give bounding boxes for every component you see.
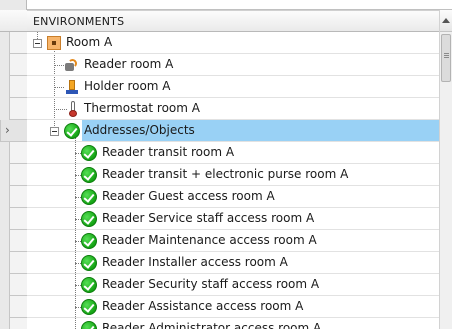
row-selector[interactable] bbox=[9, 318, 27, 329]
tree-node-object[interactable]: Reader transit + electronic purse room A bbox=[27, 164, 439, 186]
tree-node-object[interactable]: Reader Maintenance access room A bbox=[27, 230, 439, 252]
reader-icon bbox=[63, 57, 79, 73]
check-icon bbox=[81, 321, 97, 329]
row-header-corner bbox=[0, 10, 27, 32]
tree-node-room[interactable]: Room A bbox=[27, 32, 439, 54]
holder-icon bbox=[65, 79, 79, 95]
check-icon bbox=[64, 123, 80, 139]
current-row-arrow-icon: › bbox=[5, 123, 10, 137]
row-selector[interactable] bbox=[9, 32, 27, 54]
row-selector-current[interactable]: › bbox=[0, 120, 27, 142]
row-selector[interactable] bbox=[9, 186, 27, 208]
room-icon bbox=[47, 36, 61, 50]
tree-node-label: Holder room A bbox=[84, 79, 171, 93]
tree-node-label: Reader room A bbox=[84, 57, 174, 71]
environments-tree: Room A Reader room A Holder room A Therm… bbox=[27, 32, 439, 329]
check-icon bbox=[81, 255, 97, 271]
check-icon bbox=[81, 299, 97, 315]
collapse-icon[interactable] bbox=[50, 127, 59, 136]
row-selector[interactable] bbox=[9, 252, 27, 274]
thermostat-icon bbox=[68, 101, 78, 117]
check-icon bbox=[81, 233, 97, 249]
tree-node-device[interactable]: Holder room A bbox=[27, 76, 439, 98]
check-icon bbox=[81, 189, 97, 205]
scrollbar-thumb[interactable] bbox=[441, 34, 451, 82]
tree-node-label: Thermostat room A bbox=[84, 101, 200, 115]
tree-node-label: Reader transit + electronic purse room A bbox=[102, 167, 349, 181]
tree-node-addresses-objects[interactable]: Addresses/Objects bbox=[27, 120, 439, 142]
tree-node-label: Reader Installer access room A bbox=[102, 255, 288, 269]
tree-node-label: Reader Administrator access room A bbox=[102, 321, 322, 329]
tree-node-label: Addresses/Objects bbox=[82, 120, 439, 141]
tree-node-object[interactable]: Reader Guest access room A bbox=[27, 186, 439, 208]
row-selector[interactable] bbox=[9, 164, 27, 186]
row-selector[interactable] bbox=[9, 142, 27, 164]
check-icon bbox=[81, 145, 97, 161]
tree-node-label: Reader Maintenance access room A bbox=[102, 233, 317, 247]
tree-node-label: Room A bbox=[66, 35, 113, 49]
row-header-column: › bbox=[0, 0, 27, 329]
row-selector[interactable] bbox=[9, 54, 27, 76]
row-selector[interactable] bbox=[9, 208, 27, 230]
tree-node-label: Reader Assistance access room A bbox=[102, 299, 304, 313]
tree-node-label: Reader Service staff access room A bbox=[102, 211, 315, 225]
tree-node-device[interactable]: Reader room A bbox=[27, 54, 439, 76]
tree-node-label: Reader transit room A bbox=[102, 145, 235, 159]
check-icon bbox=[81, 211, 97, 227]
tree-node-object[interactable]: Reader transit room A bbox=[27, 142, 439, 164]
scroll-up-button[interactable] bbox=[440, 10, 452, 32]
tree-node-object[interactable]: Reader Administrator access room A bbox=[27, 318, 439, 329]
check-icon bbox=[81, 277, 97, 293]
row-selector[interactable] bbox=[9, 296, 27, 318]
row-selector[interactable] bbox=[9, 98, 27, 120]
vertical-scrollbar[interactable] bbox=[439, 10, 452, 329]
tree-node-object[interactable]: Reader Installer access room A bbox=[27, 252, 439, 274]
column-header-label: ENVIRONMENTS bbox=[33, 15, 125, 28]
tree-node-device[interactable]: Thermostat room A bbox=[27, 98, 439, 120]
environments-column-header[interactable]: ENVIRONMENTS bbox=[27, 10, 439, 32]
tree-node-label: Reader Security staff access room A bbox=[102, 277, 320, 291]
row-selector[interactable] bbox=[9, 76, 27, 98]
collapse-icon[interactable] bbox=[33, 39, 42, 48]
tree-node-object[interactable]: Reader Service staff access room A bbox=[27, 208, 439, 230]
tree-node-label: Reader Guest access room A bbox=[102, 189, 275, 203]
check-icon bbox=[81, 167, 97, 183]
tree-node-object[interactable]: Reader Assistance access room A bbox=[27, 296, 439, 318]
row-selector[interactable] bbox=[9, 274, 27, 296]
row-selector[interactable] bbox=[9, 230, 27, 252]
tree-node-object[interactable]: Reader Security staff access room A bbox=[27, 274, 439, 296]
